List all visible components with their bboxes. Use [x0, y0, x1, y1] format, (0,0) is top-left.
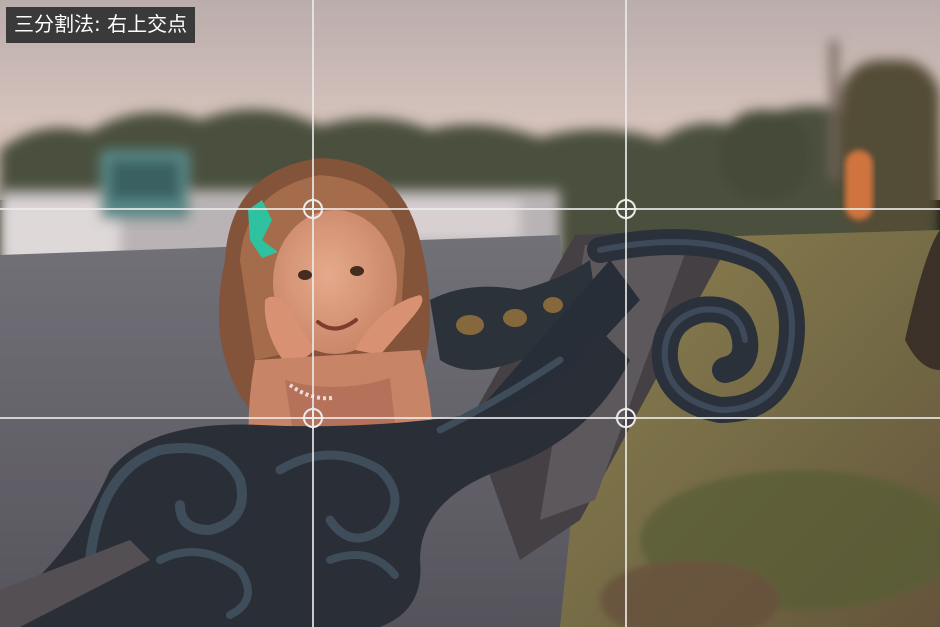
crosshair-circle-icon: [302, 198, 324, 220]
composition-caption: 三分割法: 右上交点: [6, 7, 196, 43]
photo: [0, 0, 940, 627]
photo-canvas: 三分割法: 右上交点: [0, 0, 940, 627]
grid-line-vertical-right: [625, 0, 627, 627]
crosshair-circle-icon: [302, 407, 324, 429]
grid-line-horizontal-bottom: [0, 417, 940, 419]
crosshair-circle-icon: [615, 198, 637, 220]
grid-line-horizontal-top: [0, 208, 940, 210]
grid-line-vertical-left: [312, 0, 314, 627]
crosshair-circle-icon: [615, 407, 637, 429]
